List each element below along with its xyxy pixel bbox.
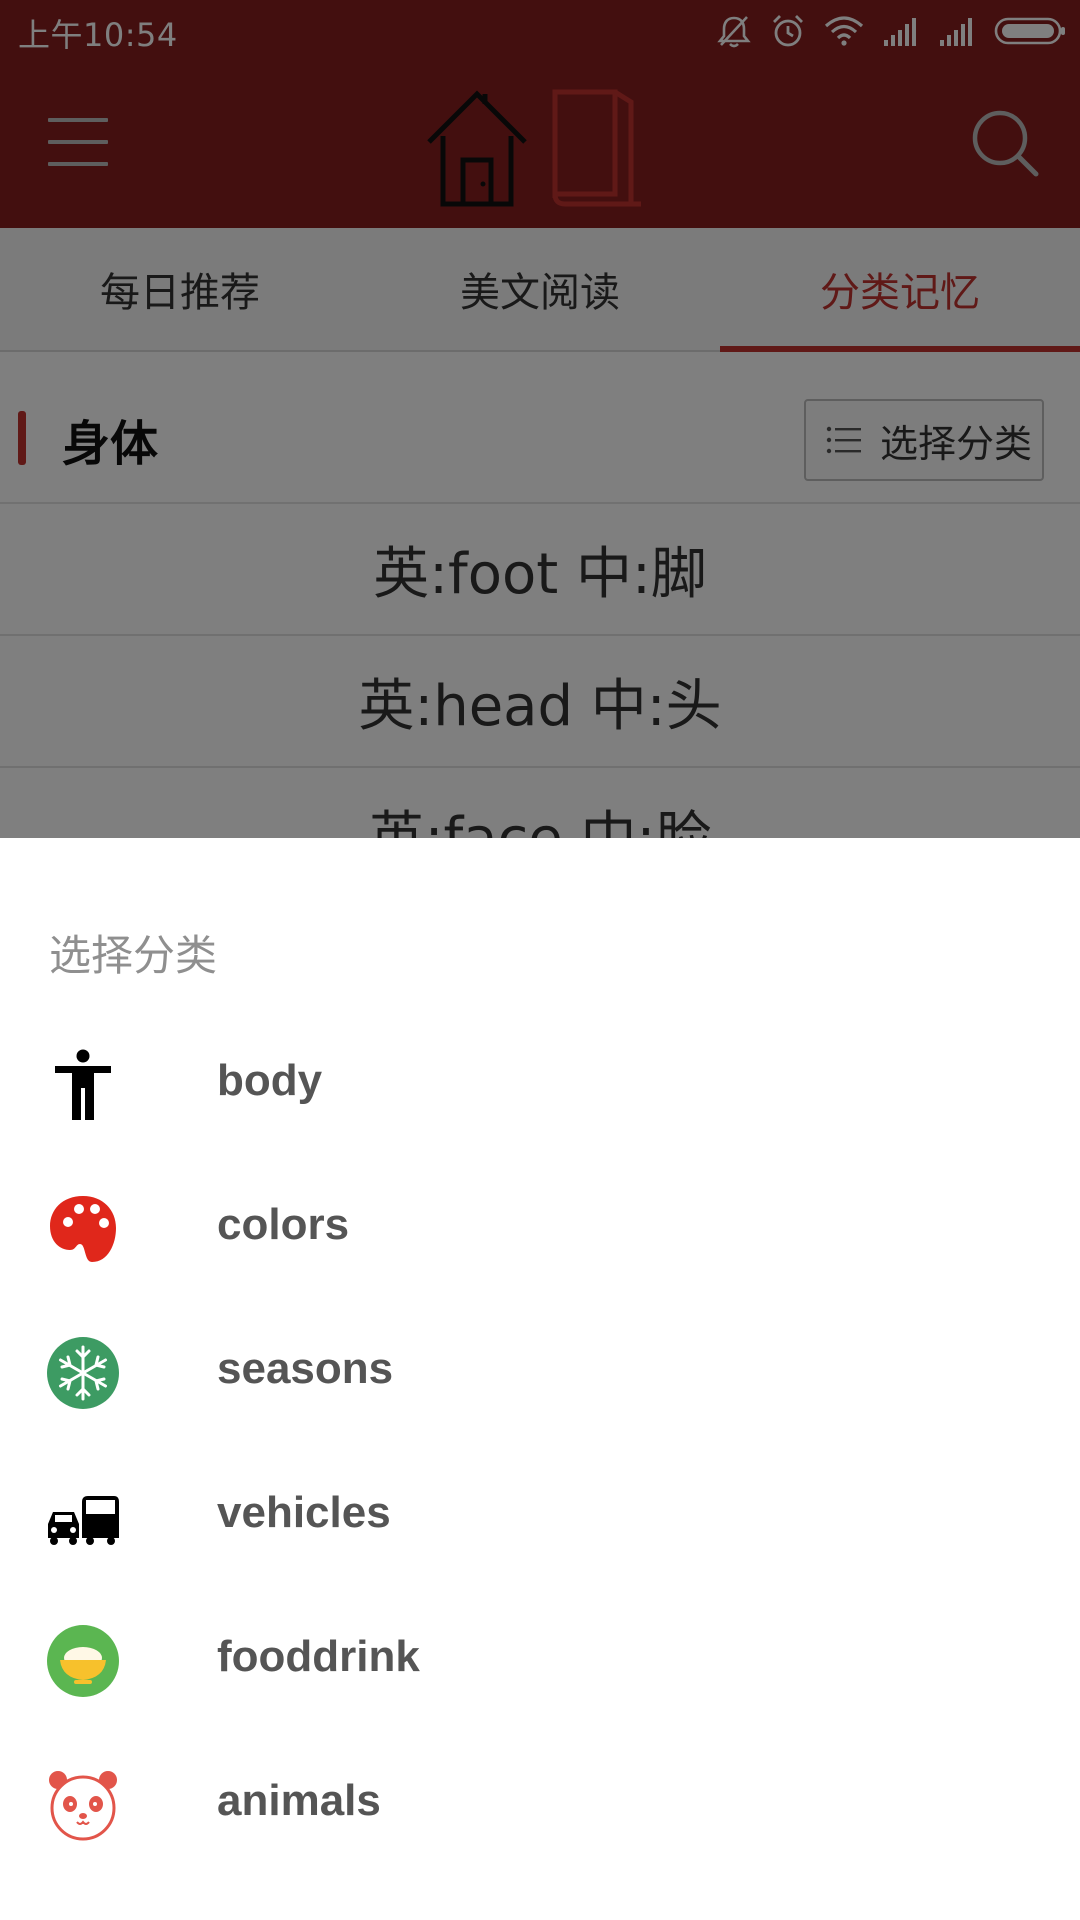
palette-icon	[50, 1196, 116, 1262]
category-item-fooddrink[interactable]: fooddrink	[0, 1588, 1080, 1732]
snowflake-icon	[47, 1337, 119, 1409]
modal-scrim[interactable]	[0, 0, 1080, 838]
sheet-title: 选择分类	[49, 931, 218, 980]
category-item-colors[interactable]: colors	[0, 1156, 1080, 1300]
category-item-seasons[interactable]: seasons	[0, 1300, 1080, 1444]
category-label: colors	[217, 1200, 350, 1249]
person-icon	[55, 1049, 111, 1120]
rice-bowl-icon	[47, 1625, 119, 1697]
category-label: vehicles	[217, 1488, 391, 1537]
category-item-animals[interactable]: animals	[0, 1732, 1080, 1876]
category-item-body[interactable]: body	[0, 1012, 1080, 1156]
category-list: body colors seasons vehicles fooddrink a…	[0, 1012, 1080, 1876]
category-label: body	[217, 1056, 323, 1105]
category-item-vehicles[interactable]: vehicles	[0, 1444, 1080, 1588]
category-label: animals	[217, 1776, 381, 1825]
category-label: seasons	[217, 1344, 394, 1393]
category-bottom-sheet: 选择分类 body colors seasons vehicles fooddr…	[0, 838, 1080, 1920]
category-label: fooddrink	[217, 1632, 420, 1681]
car-bus-icon	[48, 1496, 119, 1545]
panda-icon	[49, 1771, 117, 1841]
